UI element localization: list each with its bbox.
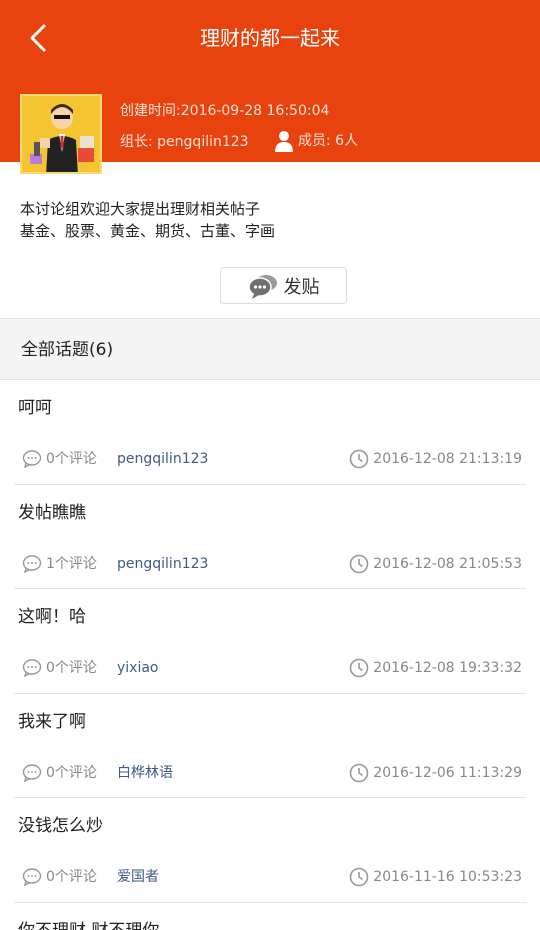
topic-title: 这啊！哈	[18, 607, 86, 627]
intro-line: 本讨论组欢迎大家提出理财相关帖子	[20, 200, 261, 218]
topic-time-label: 2016-12-08 21:13:19	[373, 451, 522, 467]
clock-icon	[349, 658, 369, 678]
section-title: 全部话题(6)	[21, 340, 114, 360]
topic-meta: 0个评论 yixiao 2016-12-08 19:33:32	[22, 657, 522, 679]
topic-time: 2016-12-08 21:13:19	[349, 448, 522, 470]
topic-meta: 0个评论 白桦林语 2016-12-06 11:13:29	[22, 762, 522, 784]
topic-item[interactable]: 发帖瞧瞧 1个评论 pengqilin123 2016-12-08 21:05:…	[14, 485, 526, 589]
comment-count: 0个评论	[22, 657, 97, 679]
comment-icon	[22, 450, 42, 468]
comment-icon	[22, 763, 42, 782]
topic-meta: 0个评论 pengqilin123 2016-12-08 21:13:19	[22, 448, 522, 470]
comment-count-label: 0个评论	[46, 764, 97, 781]
clock-icon	[349, 554, 369, 573]
topic-author[interactable]: pengqilin123	[117, 553, 208, 575]
topic-time: 2016-12-06 11:13:29	[349, 762, 522, 784]
comment-count-label: 0个评论	[46, 660, 97, 676]
app-header: 理财的都一起来 创建时间:2016-09-28 16:50:04 组长: pen…	[0, 0, 540, 174]
comment-count: 0个评论	[22, 866, 97, 888]
topic-meta: 0个评论 爱国者 2016-11-16 10:53:23	[22, 866, 522, 888]
topics-section-header: 全部话题(6)	[0, 318, 540, 380]
comment-icon	[22, 554, 42, 573]
clock-icon	[349, 867, 369, 887]
topic-author[interactable]: pengqilin123	[117, 448, 208, 470]
intro-line: 基金、股票、黄金、期货、古董、字画	[20, 222, 276, 240]
topic-title: 没钱怎么炒	[18, 816, 103, 836]
topic-item[interactable]: 这啊！哈 0个评论 yixiao 2016-12-08 19:33:32	[14, 589, 526, 694]
post-button[interactable]: 发贴	[220, 267, 347, 304]
created-time: 创建时间:2016-09-28 16:50:04	[120, 103, 330, 119]
comment-count-label: 0个评论	[46, 451, 97, 467]
topic-author[interactable]: 爱国者	[117, 866, 159, 888]
clock-icon	[349, 763, 369, 782]
topic-time-label: 2016-12-08 19:33:32	[373, 660, 522, 676]
topic-time: 2016-12-08 21:05:53	[349, 553, 522, 575]
comment-count: 1个评论	[22, 553, 97, 575]
comment-icon	[22, 868, 42, 886]
topic-item[interactable]: 没钱怎么炒 0个评论 爱国者 2016-11-16 10:53:23	[14, 798, 526, 903]
topic-time: 2016-11-16 10:53:23	[349, 866, 522, 888]
comment-count-label: 1个评论	[46, 555, 97, 572]
topic-meta: 1个评论 pengqilin123 2016-12-08 21:05:53	[22, 553, 522, 575]
topic-time-label: 2016-12-06 11:13:29	[373, 764, 522, 781]
comment-count: 0个评论	[22, 762, 97, 784]
member-count: 成员: 6人	[274, 130, 358, 152]
chat-bubbles-icon	[247, 274, 277, 299]
topic-author[interactable]: 白桦林语	[117, 762, 173, 784]
comment-icon	[22, 659, 42, 677]
topic-title: 发帖瞧瞧	[18, 502, 86, 523]
group-intro: 本讨论组欢迎大家提出理财相关帖子 基金、股票、黄金、期货、古董、字画	[20, 198, 275, 242]
page-title: 理财的都一起来	[200, 26, 340, 50]
post-button-label: 发贴	[283, 276, 320, 298]
topic-item[interactable]: 呵呵 0个评论 pengqilin123 2016-12-08 21:13:19	[14, 380, 526, 485]
group-avatar	[20, 94, 102, 174]
topic-title: 呵呵	[18, 398, 52, 418]
topic-time-label: 2016-12-08 21:05:53	[373, 555, 522, 572]
member-count-label: 成员: 6人	[298, 133, 359, 149]
topic-time: 2016-12-08 19:33:32	[349, 657, 522, 679]
comment-count: 0个评论	[22, 448, 97, 470]
group-leader: 组长: pengqilin123	[120, 134, 249, 150]
comment-count-label: 0个评论	[46, 869, 97, 885]
topic-item[interactable]: 我来了啊 0个评论 白桦林语 2016-12-06 11:13:29	[14, 694, 526, 798]
topic-author[interactable]: yixiao	[117, 657, 159, 679]
topic-item[interactable]: 你不理财 财不理你	[14, 903, 526, 930]
clock-icon	[349, 449, 369, 469]
topic-time-label: 2016-11-16 10:53:23	[373, 869, 522, 885]
topic-title: 我来了啊	[18, 711, 86, 732]
topic-title: 你不理财 财不理你	[18, 919, 159, 930]
user-icon	[275, 131, 293, 152]
topic-list: 呵呵 0个评论 pengqilin123 2016-12-08 21:13:19…	[0, 380, 540, 930]
